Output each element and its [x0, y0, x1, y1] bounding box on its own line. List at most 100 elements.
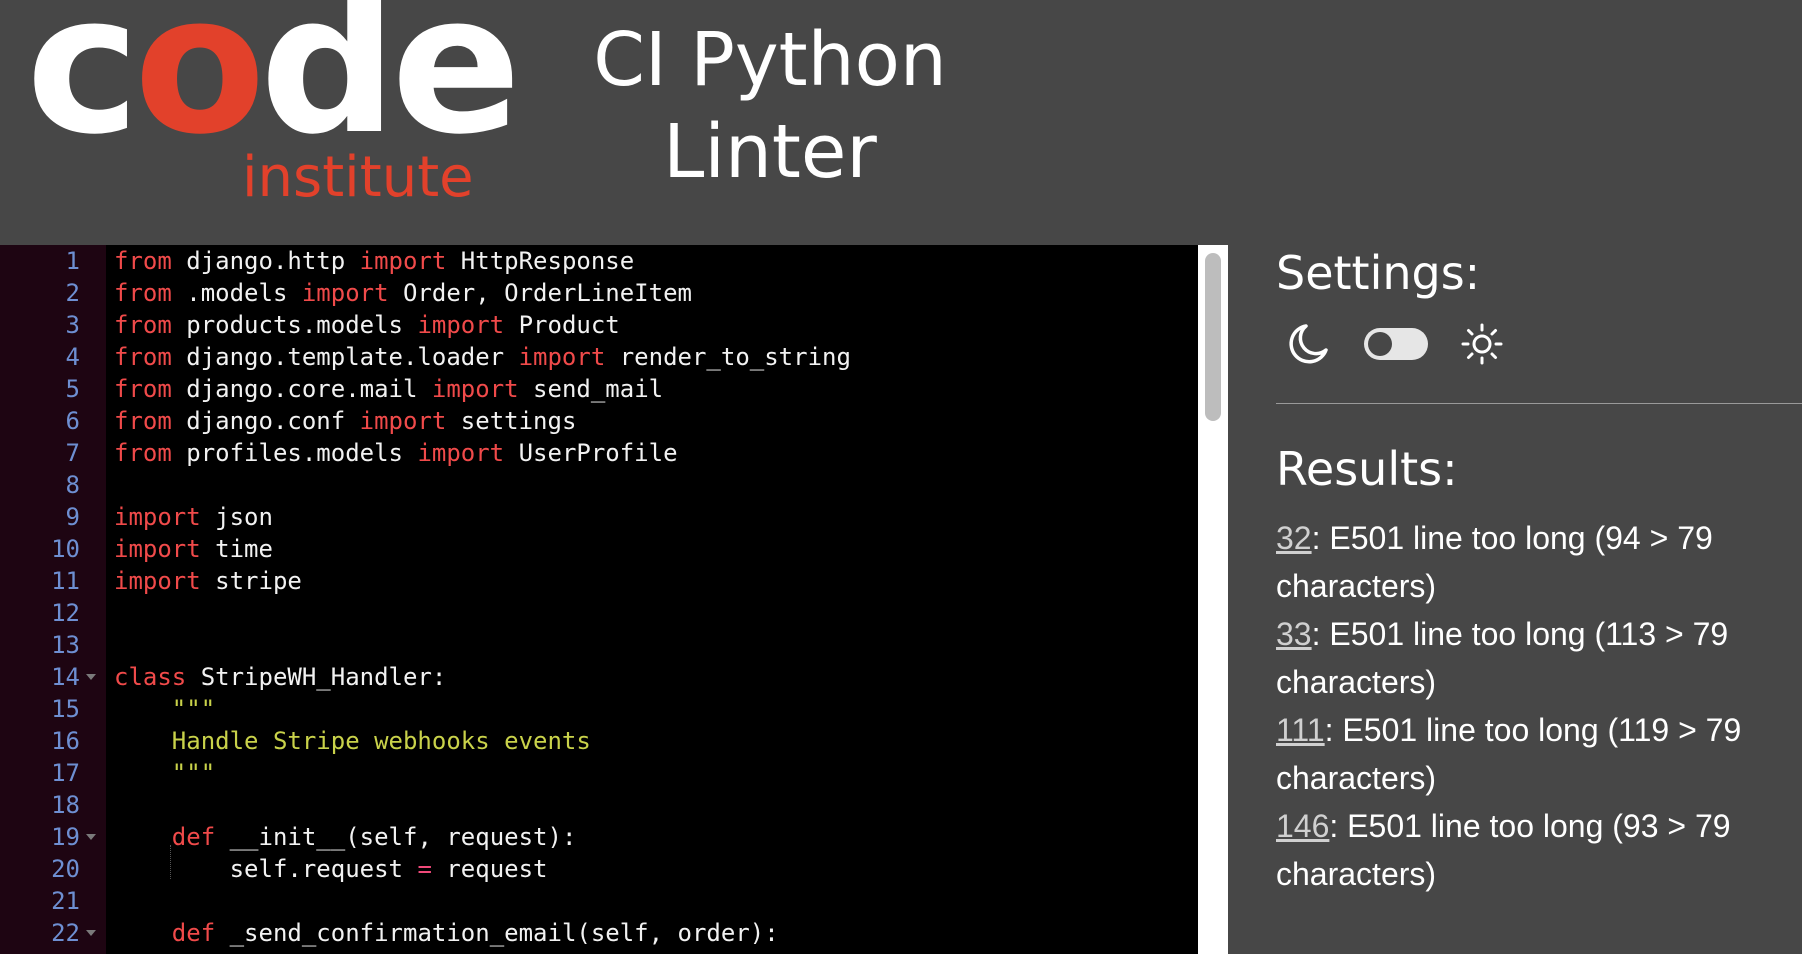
code-line[interactable]: 8	[0, 469, 1198, 501]
logo-word-o: o	[133, 0, 266, 177]
line-number: 8	[65, 471, 80, 499]
fold-arrow-icon[interactable]	[86, 930, 96, 936]
code-token-kw: def	[171, 823, 216, 851]
code-line[interactable]: 9 import json	[0, 501, 1198, 533]
code-line[interactable]: 15 """	[0, 693, 1198, 725]
moon-icon[interactable]	[1284, 320, 1332, 368]
code-token-plain: .models	[171, 279, 302, 307]
code-editor[interactable]: 1 from django.http import HttpResponse 2 fr…	[0, 245, 1228, 954]
code-token-plain: render_to_string	[605, 343, 851, 371]
code-token-plain: HttpResponse	[446, 247, 635, 275]
theme-toggle[interactable]	[1364, 328, 1428, 360]
code-institute-logo[interactable]: code institute	[20, 0, 521, 215]
code-token-plain: __init__(self, request):	[215, 823, 577, 851]
line-number: 21	[51, 887, 80, 915]
line-number: 9	[65, 503, 80, 531]
code-token-kw: import	[417, 311, 505, 339]
code-text: """	[114, 693, 215, 725]
code-line[interactable]: 4 from django.template.loader import rend…	[0, 341, 1198, 373]
code-line[interactable]: 22 def _send_confirmation_email(self, or…	[0, 917, 1198, 949]
code-line[interactable]: 2 from .models import Order, OrderLineIte…	[0, 277, 1198, 309]
line-number: 17	[51, 759, 80, 787]
code-text: import time	[114, 533, 273, 565]
code-token-str: """	[171, 695, 216, 723]
line-number: 4	[65, 343, 80, 371]
side-panel: Settings: Results: 32: E501 line too lon…	[1228, 244, 1802, 954]
code-line[interactable]: 5 from django.core.mail import send_mail	[0, 373, 1198, 405]
settings-divider	[1276, 403, 1802, 404]
code-token-op: =	[417, 855, 432, 883]
code-token-kw: import	[417, 439, 505, 467]
code-token-kw: from	[114, 439, 172, 467]
code-token-plain: django.template.loader	[171, 343, 519, 371]
line-number: 19	[51, 823, 80, 851]
code-token-kw: from	[114, 343, 172, 371]
code-line[interactable]: 14 class StripeWH_Handler:	[0, 661, 1198, 693]
line-number: 6	[65, 407, 80, 435]
code-text: from products.models import Product	[114, 309, 620, 341]
code-token-plain: self.request	[114, 855, 418, 883]
sun-icon[interactable]	[1460, 322, 1504, 366]
result-line-link[interactable]: 32	[1276, 520, 1312, 556]
code-line[interactable]: 12	[0, 597, 1198, 629]
code-line[interactable]: 10 import time	[0, 533, 1198, 565]
code-token-kw: from	[114, 247, 172, 275]
line-number: 16	[51, 727, 80, 755]
line-number: 13	[51, 631, 80, 659]
code-line[interactable]: 19 def __init__(self, request):	[0, 821, 1198, 853]
code-line[interactable]: 21	[0, 885, 1198, 917]
editor-scrollbar[interactable]	[1198, 245, 1228, 954]
code-line[interactable]: 6 from django.conf import settings	[0, 405, 1198, 437]
result-line-link[interactable]: 33	[1276, 616, 1312, 652]
logo-word-c: c	[26, 0, 140, 177]
code-token-plain: settings	[446, 407, 577, 435]
fold-arrow-icon[interactable]	[86, 834, 96, 840]
settings-heading: Settings:	[1276, 246, 1481, 300]
code-token-kw: from	[114, 407, 172, 435]
code-line[interactable]: 17 """	[0, 757, 1198, 789]
code-line[interactable]: 11 import stripe	[0, 565, 1198, 597]
code-token-plain: stripe	[200, 567, 302, 595]
code-token-plain: send_mail	[518, 375, 664, 403]
code-line[interactable]: 13	[0, 629, 1198, 661]
code-token-plain: _send_confirmation_email(self, order):	[215, 919, 779, 947]
result-line-link[interactable]: 111	[1276, 712, 1325, 748]
code-token-kw: import	[518, 343, 606, 371]
fold-arrow-icon[interactable]	[86, 674, 96, 680]
code-text: from django.core.mail import send_mail	[114, 373, 663, 405]
line-number: 18	[51, 791, 80, 819]
code-token-kw: from	[114, 279, 172, 307]
result-message: : E501 line too long (94 > 79 characters…	[1276, 520, 1713, 604]
scrollbar-thumb[interactable]	[1205, 253, 1221, 421]
result-item: 33: E501 line too long (113 > 79 charact…	[1276, 610, 1776, 706]
line-number: 15	[51, 695, 80, 723]
code-line[interactable]: 16 Handle Stripe webhooks events	[0, 725, 1198, 757]
result-message: : E501 line too long (113 > 79 character…	[1276, 616, 1729, 700]
code-token-plain: UserProfile	[504, 439, 678, 467]
code-text: from django.http import HttpResponse	[114, 245, 634, 277]
code-line[interactable]: 7 from profiles.models import UserProfile	[0, 437, 1198, 469]
code-line[interactable]: 1 from django.http import HttpResponse	[0, 245, 1198, 277]
line-number: 5	[65, 375, 80, 403]
code-line[interactable]: 18	[0, 789, 1198, 821]
code-lines[interactable]: 1 from django.http import HttpResponse 2 fr…	[0, 245, 1198, 954]
code-token-plain: StripeWH_Handler:	[186, 663, 447, 691]
theme-toggle-knob	[1368, 332, 1392, 356]
line-number: 12	[51, 599, 80, 627]
code-text: def _send_confirmation_email(self, order…	[114, 917, 779, 949]
app-title: CI Python Linter	[540, 14, 1000, 198]
result-line-link[interactable]: 146	[1276, 808, 1329, 844]
line-number: 10	[51, 535, 80, 563]
code-text: from profiles.models import UserProfile	[114, 437, 678, 469]
code-token-kw: import	[431, 375, 519, 403]
code-line[interactable]: 20 self.request = request	[0, 845, 1198, 885]
code-token-plain: django.core.mail	[171, 375, 432, 403]
code-text: Handle Stripe webhooks events	[114, 725, 591, 757]
results-list: 32: E501 line too long (94 > 79 characte…	[1276, 514, 1776, 898]
code-line[interactable]: 3 from products.models import Product	[0, 309, 1198, 341]
logo-subtitle: institute	[242, 145, 474, 210]
code-text: class StripeWH_Handler:	[114, 661, 446, 693]
